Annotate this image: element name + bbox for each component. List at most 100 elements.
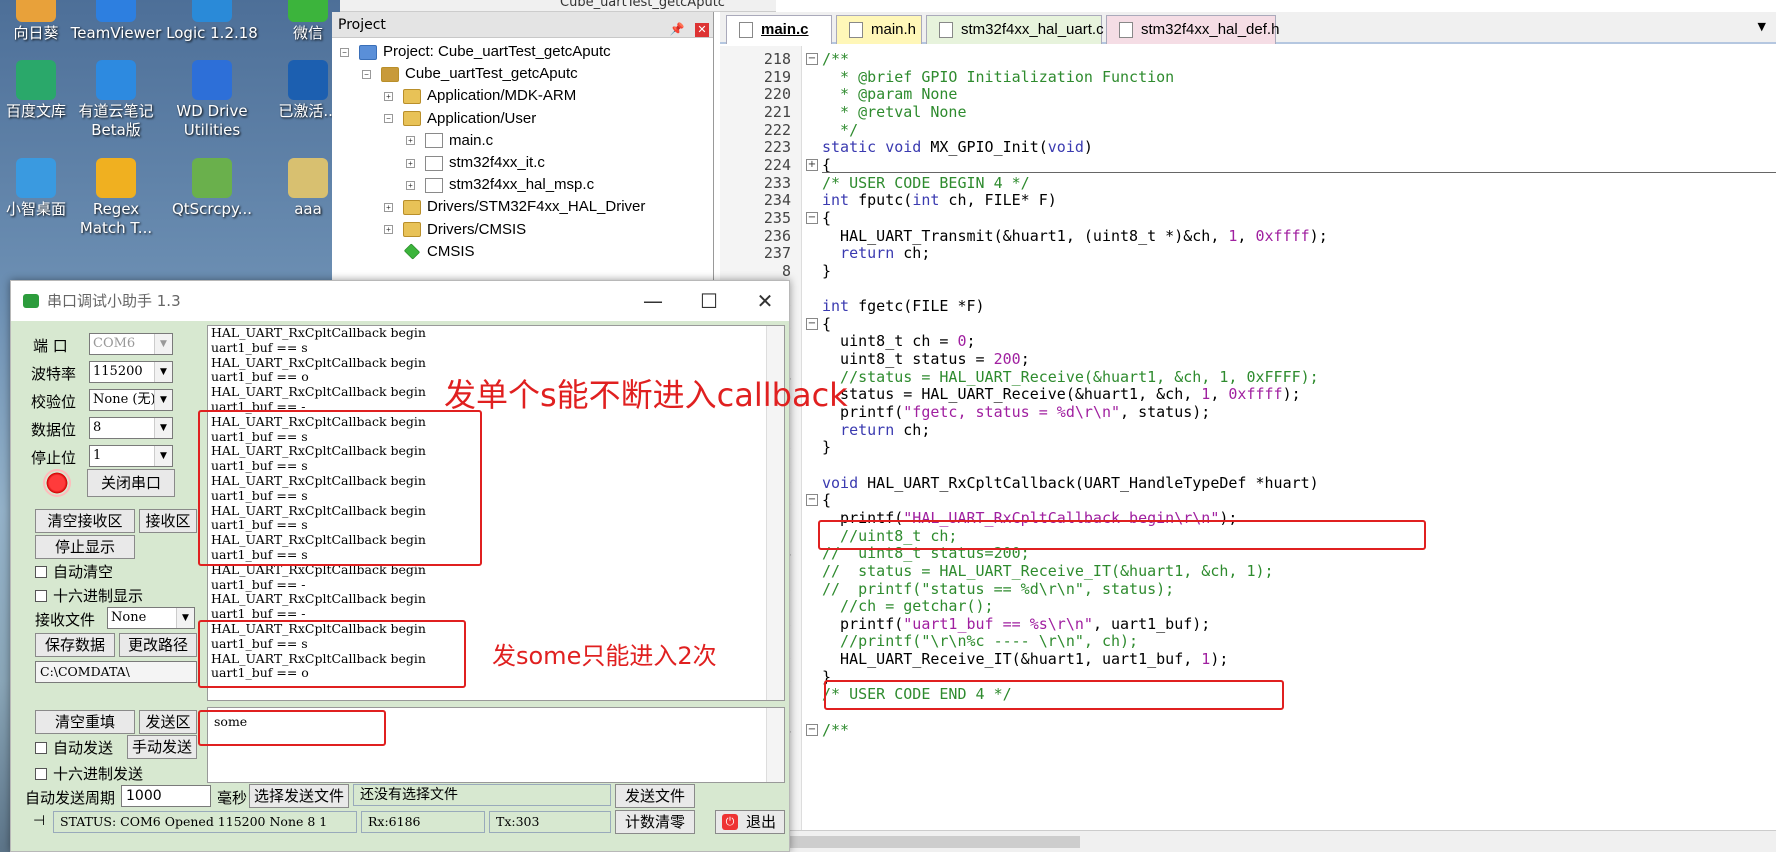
baud-select[interactable]: 115200 ▼ [89,361,173,383]
code-line[interactable]: * @brief GPIO Initialization Function [822,68,1174,86]
code-line[interactable]: HAL_UART_Transmit(&huart1, (uint8_t *)&c… [822,227,1328,245]
tree-item[interactable]: − Application/User [384,107,536,131]
code-line[interactable]: return ch; [822,421,930,439]
pin-icon[interactable]: 📌 [670,22,685,36]
collapse-icon[interactable]: − [806,723,818,736]
tab-list-dropdown-icon[interactable]: ▼ [1758,20,1766,33]
path-field[interactable]: C:\COMDATA\ [35,661,197,683]
desktop-icon[interactable]: TeamViewer [68,0,164,43]
code-line[interactable]: /* USER CODE BEGIN 4 */ [822,174,1030,192]
change-path-button[interactable]: 更改路径 [119,633,197,657]
tree-item[interactable]: CMSIS [384,240,475,264]
code-line[interactable]: printf("uart1_buf == %s\r\n", uart1_buf)… [822,615,1210,633]
collapse-icon[interactable]: − [384,114,393,124]
code-line[interactable]: { [822,315,831,333]
code-line[interactable]: //ch = getchar(); [822,597,994,615]
code-line[interactable]: /** [822,50,849,68]
expand-icon[interactable]: + [406,136,415,146]
vertical-scrollbar[interactable] [766,708,784,782]
close-window-button[interactable]: ✕ [739,281,791,321]
editor-tab[interactable]: stm32f4xx_hal_def.h [1106,15,1279,44]
desktop-icon[interactable]: QtScrcpy... [164,158,260,219]
expand-icon[interactable]: + [406,158,415,168]
stop-display-button[interactable]: 停止显示 [35,535,135,559]
expand-icon[interactable]: + [384,91,393,101]
save-data-button[interactable]: 保存数据 [35,633,115,657]
collapse-icon[interactable]: − [806,211,818,224]
period-input[interactable]: 1000 [121,785,211,807]
code-line[interactable]: //status = HAL_UART_Receive(&huart1, &ch… [822,368,1319,386]
recv-file-select[interactable]: None ▼ [107,607,195,629]
clear-reset-button[interactable]: 清空重填 [35,710,135,734]
collapse-icon[interactable]: − [806,494,818,507]
port-select[interactable]: COM6 ▼ [89,333,173,355]
tree-item[interactable]: + stm32f4xx_hal_msp.c [406,173,594,197]
editor-tab[interactable]: main.c [726,15,832,44]
code-line[interactable]: { [822,209,831,227]
code-line[interactable]: int fgetc(FILE *F) [822,297,985,315]
desktop-icon[interactable]: Regex Match T... [68,158,164,238]
minimize-button[interactable]: — [627,281,679,321]
close-icon[interactable]: ✕ [695,23,709,37]
code-line[interactable]: int fputc(int ch, FILE* F) [822,191,1057,209]
expand-icon[interactable]: + [384,225,393,235]
tree-item[interactable]: + Application/MDK-ARM [384,84,576,108]
send-area-button[interactable]: 发送区 [139,710,197,734]
desktop-icon[interactable]: WD Drive Utilities [164,60,260,140]
collapse-icon[interactable] [384,247,393,256]
expand-icon[interactable]: + [384,202,393,212]
data-bits-select[interactable]: 8 ▼ [89,417,173,439]
code-line[interactable]: // printf("status == %d\r\n", status); [822,580,1174,598]
maximize-button[interactable]: ☐ [683,281,735,321]
stop-bits-select[interactable]: 1 ▼ [89,445,173,467]
choose-file-button[interactable]: 选择发送文件 [249,784,349,808]
auto-clear-checkbox[interactable]: 自动清空 [35,561,113,582]
tree-item[interactable]: + stm32f4xx_it.c [406,151,545,175]
code-line[interactable]: { [822,491,831,509]
editor-tab[interactable]: stm32f4xx_hal_uart.c [926,15,1104,44]
scrollbar-thumb[interactable] [780,836,1080,848]
tree-item[interactable]: − Cube_uartTest_getcAputc [362,62,578,86]
tree-item[interactable]: + main.c [406,129,493,153]
code-line[interactable]: static void MX_GPIO_Init(void) [822,138,1093,156]
expand-icon[interactable]: + [406,180,415,190]
recv-area-button[interactable]: 接收区 [139,509,197,533]
exit-button[interactable]: ⏻ 退出 [715,810,785,834]
tree-item[interactable]: + Drivers/CMSIS [384,218,526,242]
code-line[interactable]: uint8_t status = 200; [822,350,1030,368]
code-line[interactable]: /** [822,721,849,739]
manual-send-button[interactable]: 手动发送 [127,735,197,759]
code-line[interactable]: HAL_UART_Receive_IT(&huart1, uart1_buf, … [822,650,1228,668]
collapse-icon[interactable]: − [340,47,349,57]
code-line[interactable]: //printf("\r\n%c ---- \r\n", ch); [822,632,1138,650]
code-line[interactable]: } [822,262,831,280]
code-line[interactable]: // status = HAL_UART_Receive_IT(&huart1,… [822,562,1274,580]
code-line[interactable]: void HAL_UART_RxCpltCallback(UART_Handle… [822,474,1319,492]
hex-send-checkbox[interactable]: 十六进制发送 [35,763,143,784]
collapse-icon[interactable]: − [806,317,818,330]
desktop-icon[interactable]: 有道云笔记 Beta版 [68,60,164,140]
code-line[interactable]: printf("fgetc, status = %d\r\n", status)… [822,403,1210,421]
count-clear-button[interactable]: 计数清零 [615,810,695,834]
auto-send-checkbox[interactable]: 自动发送 [35,737,113,758]
code-line[interactable]: } [822,438,831,456]
collapse-icon[interactable]: − [362,69,371,79]
tree-item[interactable]: + Drivers/STM32F4xx_HAL_Driver [384,195,645,219]
tree-item[interactable]: − Project: Cube_uartTest_getcAputc [340,40,611,64]
code-line[interactable]: return ch; [822,244,930,262]
desktop-icon[interactable]: Logic 1.2.18 [164,0,260,43]
close-port-button[interactable]: 关闭串口 [87,469,175,497]
collapse-icon[interactable]: − [806,53,818,65]
code-line[interactable]: * @param None [822,85,957,103]
code-line[interactable]: */ [822,121,858,139]
code-line[interactable]: uint8_t ch = 0; [822,332,975,350]
code-line[interactable]: * @retval None [822,103,966,121]
code-line[interactable]: status = HAL_UART_Receive(&huart1, &ch, … [822,385,1301,403]
editor-tab[interactable]: main.h [836,15,922,44]
horizontal-scrollbar[interactable] [720,830,1776,852]
send-file-button[interactable]: 发送文件 [615,784,695,808]
parity-select[interactable]: None (无) ▼ [89,389,173,411]
clear-recv-button[interactable]: 清空接收区 [35,509,135,533]
hex-display-checkbox[interactable]: 十六进制显示 [35,585,143,606]
expand-icon[interactable]: + [806,158,818,171]
